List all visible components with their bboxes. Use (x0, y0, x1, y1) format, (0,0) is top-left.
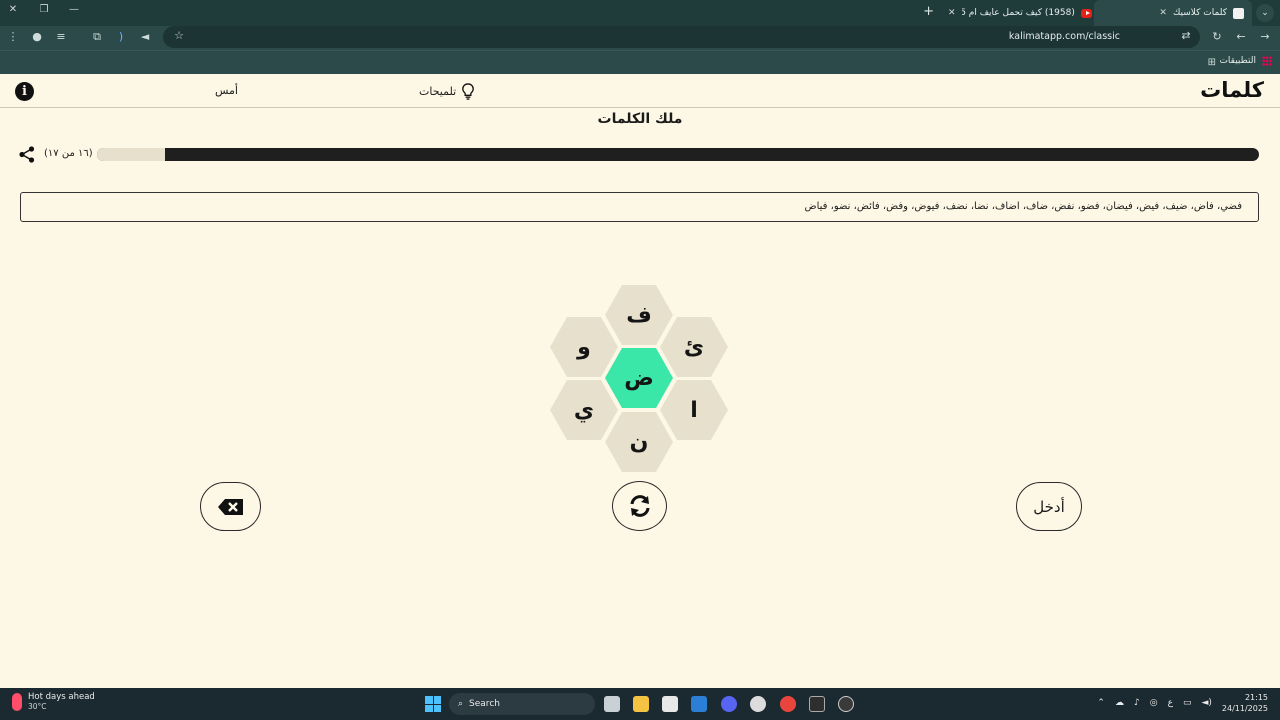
restore-window-icon[interactable]: ❐ (35, 4, 53, 20)
store-icon[interactable] (662, 696, 678, 712)
weather-title: Hot days ahead (28, 692, 95, 702)
thermometer-icon (12, 692, 22, 711)
new-tab-button[interactable]: + (923, 4, 934, 19)
close-tab-icon[interactable]: ✕ (1159, 8, 1167, 18)
browser-tab-bar: ✕ ❐ — + (1958) كيف تحمل عايف ام 2025 ✕ ك… (0, 0, 1280, 26)
backspace-icon (217, 498, 243, 515)
shuffle-button[interactable] (612, 481, 667, 531)
tab-groups-icon[interactable]: ⊞ (1208, 57, 1216, 68)
close-window-icon[interactable]: ✕ (4, 4, 22, 20)
bookmark-star-icon[interactable]: ☆ (171, 29, 187, 42)
letter-hex-upper-right[interactable]: ئ (660, 317, 728, 377)
letter-hex-lower-right[interactable]: ا (660, 380, 728, 440)
enter-button[interactable]: أدخل (1016, 482, 1082, 531)
menu-icon[interactable]: ⋮ (5, 30, 21, 43)
tab-title: (1958) كيف تحمل عايف ام 2025 (961, 8, 1075, 18)
apps-bookmark[interactable]: التطبيقات (1219, 56, 1272, 66)
clock[interactable]: 21:15 24/11/2025 (1222, 692, 1268, 714)
lightbulb-icon (462, 83, 475, 100)
hints-label: تلميحات (419, 85, 457, 98)
back-icon[interactable]: → (1257, 30, 1273, 43)
extensions-icon[interactable]: ⧉ (89, 30, 105, 44)
discord-icon[interactable] (721, 696, 737, 712)
browser-toolbar: ⋮ ● ≡ ⧉ ) ◄ ☆ kalimatapp.com/classic ⇄ ↻… (0, 26, 1280, 50)
windows-start-icon[interactable] (425, 696, 441, 712)
letter-hex-lower-left[interactable]: ي (550, 380, 618, 440)
file-explorer-icon[interactable] (633, 696, 649, 712)
search-icon: ⌕ (458, 699, 464, 709)
delete-button[interactable] (200, 482, 261, 531)
app-header: كلمات تلميحات أمس i (0, 75, 1280, 108)
letter-hex-bottom[interactable]: ن (605, 412, 673, 472)
found-words-box[interactable]: فضي، فاض، ضيف، فيض، فيضان، فضو، نفض، ضاف… (20, 192, 1259, 222)
tab-search-chevron-icon[interactable]: ⌄ (1256, 4, 1274, 22)
epic-games-icon[interactable] (809, 696, 825, 712)
hints-button[interactable]: تلميحات (419, 83, 475, 100)
youtube-icon (1080, 8, 1092, 18)
clock-date: 24/11/2025 (1221, 704, 1268, 713)
app-logo[interactable]: كلمات (1200, 78, 1264, 102)
display-icon[interactable]: ▭ (1183, 698, 1192, 708)
refresh-icon (630, 495, 649, 517)
steam-icon[interactable] (750, 696, 766, 712)
yesterday-button[interactable]: أمس (215, 84, 238, 97)
tab-youtube[interactable]: (1958) كيف تحمل عايف ام 2025 ✕ (940, 0, 1100, 26)
app-icon[interactable] (838, 696, 854, 712)
chrome-icon[interactable] (780, 696, 796, 712)
profile-avatar-icon[interactable]: ● (29, 30, 45, 43)
info-icon[interactable]: i (15, 82, 34, 101)
progress-bar (97, 148, 1259, 161)
mute-icon[interactable]: ◄ (137, 30, 153, 43)
progress-count: (١٦ من ١٧) (44, 148, 93, 159)
reload-icon[interactable]: ↻ (1209, 30, 1225, 43)
enter-label: أدخل (1033, 497, 1065, 516)
address-bar[interactable]: ☆ kalimatapp.com/classic ⇄ (163, 26, 1200, 48)
page-favicon-icon (1233, 7, 1244, 19)
system-tray: ⌃ ☁ ♪ ◎ ع ▭ ◄) 21:15 24/11/2025 (1097, 692, 1268, 714)
close-tab-icon[interactable]: ✕ (948, 8, 956, 18)
search-label: Search (469, 699, 500, 709)
clock-time: 21:15 (1244, 693, 1268, 702)
volume-icon[interactable]: ◄) (1201, 698, 1211, 708)
weather-temp: 30°C (28, 702, 47, 711)
rank-title: ملك الكلمات (597, 111, 683, 127)
onedrive-icon[interactable]: ☁ (1115, 698, 1124, 708)
language-indicator[interactable]: ع (1168, 698, 1173, 708)
found-words-list: فضي، فاض، ضيف، فيض، فيضان، فضو، نفض، ضاف… (804, 201, 1242, 212)
apps-label: التطبيقات (1219, 56, 1256, 66)
center-letter-hex[interactable]: ض (605, 348, 673, 408)
weather-widget[interactable]: Hot days ahead 30°C (12, 692, 95, 711)
os-taskbar: Hot days ahead 30°C ⌕ Search ⌃ ☁ ♪ ◎ ع ▭… (0, 688, 1280, 720)
site-settings-icon[interactable]: ⇄ (1178, 29, 1194, 42)
mail-icon[interactable] (691, 696, 707, 712)
chevron-up-icon[interactable]: ⌃ (1097, 698, 1105, 708)
letter-hex-top[interactable]: ف (605, 285, 673, 345)
tab-title: كلمات كلاسيك (1172, 8, 1227, 18)
media-controls-icon[interactable]: ≡ (53, 30, 69, 43)
taskbar-search[interactable]: ⌕ Search (449, 693, 595, 715)
progress-remaining (97, 148, 166, 161)
tab-kalimat[interactable]: كلمات كلاسيك ✕ (1094, 0, 1252, 26)
cast-icon[interactable]: ) (113, 30, 129, 43)
task-view-icon[interactable] (604, 696, 620, 712)
forward-icon[interactable]: ← (1233, 30, 1249, 43)
letter-hex-upper-left[interactable]: و (550, 317, 618, 377)
apps-grid-icon (1262, 56, 1272, 66)
vpn-icon[interactable]: ◎ (1150, 698, 1158, 708)
url-text: kalimatapp.com/classic (1008, 31, 1120, 42)
share-icon[interactable] (19, 146, 35, 163)
bookmarks-bar: ⊞ التطبيقات (0, 50, 1280, 74)
microphone-icon[interactable]: ♪ (1134, 698, 1140, 708)
minimize-window-icon[interactable]: — (65, 4, 83, 20)
